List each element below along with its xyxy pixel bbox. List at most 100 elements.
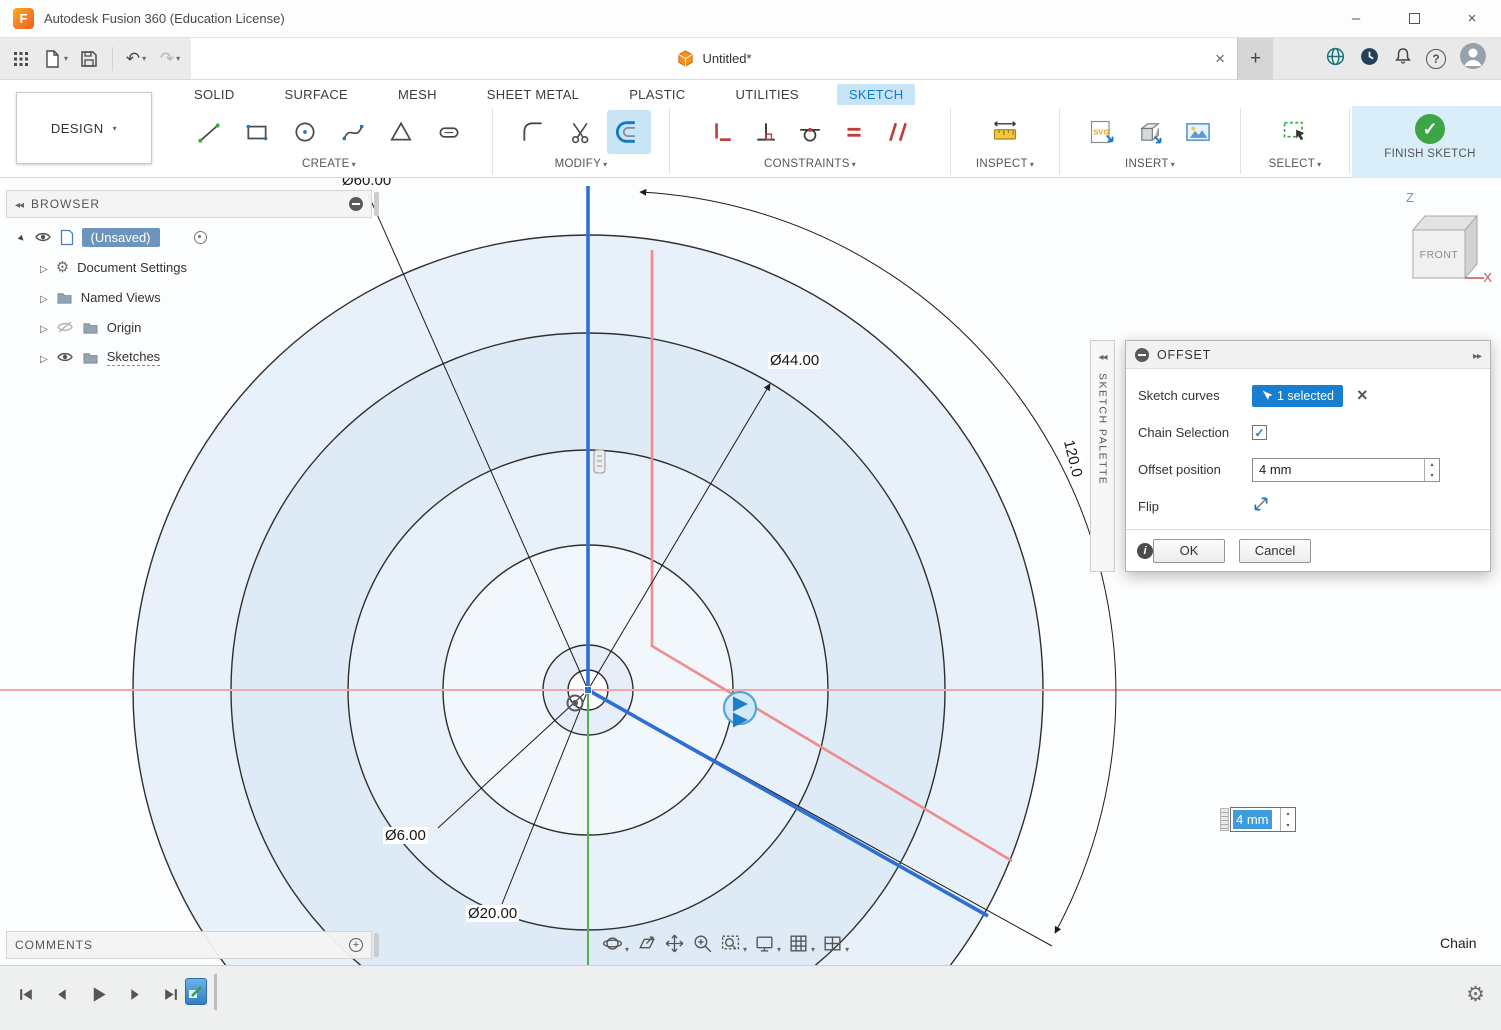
look-at-button[interactable] [636, 933, 657, 954]
offset-dialog-header[interactable]: OFFSET [1126, 341, 1490, 369]
info-icon[interactable] [1137, 543, 1153, 559]
file-menu-button[interactable] [40, 44, 70, 74]
browser-minimize-button[interactable] [349, 197, 363, 211]
tangent-constraint-tool[interactable] [790, 110, 830, 154]
browser-row-sketches[interactable]: Sketches [8, 342, 368, 372]
inline-input-spinner[interactable] [1280, 808, 1295, 831]
select-menu[interactable]: SELECT [1243, 158, 1347, 176]
spinner-up-icon[interactable] [1281, 808, 1295, 820]
document-tab-close-button[interactable] [1215, 38, 1225, 79]
cancel-button[interactable]: Cancel [1239, 539, 1311, 563]
rectangle-tool[interactable] [235, 110, 279, 154]
collapse-browser-icon[interactable] [15, 195, 23, 213]
skip-to-start-button[interactable] [14, 982, 38, 1006]
timeline-position-marker[interactable] [214, 974, 217, 1010]
clear-selection-button[interactable] [1357, 385, 1368, 406]
browser-row-origin[interactable]: Origin [8, 312, 368, 342]
measure-tool[interactable] [983, 110, 1027, 154]
row-label[interactable]: Document Settings [77, 260, 187, 275]
inline-input-box[interactable]: 4 mm [1230, 807, 1296, 832]
inspect-menu[interactable]: INSPECT [953, 158, 1057, 176]
dimension-label-60[interactable]: Ø60.00 [340, 178, 393, 189]
visibility-off-eye-icon[interactable] [56, 319, 74, 335]
display-settings-button[interactable] [754, 933, 781, 954]
step-back-button[interactable] [50, 982, 74, 1006]
app-grid-button[interactable] [6, 44, 36, 74]
dimension-label-20[interactable]: Ø20.00 [466, 905, 519, 922]
tab-solid[interactable]: SOLID [182, 84, 247, 105]
save-button[interactable] [74, 44, 104, 74]
insert-mesh-tool[interactable] [1128, 110, 1172, 154]
workspace-selector[interactable]: DESIGN [16, 92, 152, 164]
row-label[interactable]: Sketches [107, 349, 160, 366]
finish-sketch-button[interactable]: FINISH SKETCH [1352, 106, 1501, 178]
help-button[interactable] [1426, 49, 1446, 69]
expander-open-icon[interactable] [16, 230, 31, 245]
document-tab[interactable]: Untitled* [676, 49, 751, 68]
timeline-sketch-feature[interactable] [185, 978, 207, 1005]
viewcube-cube[interactable]: FRONT [1396, 192, 1492, 296]
trim-tool[interactable] [559, 110, 603, 154]
visibility-eye-icon[interactable] [56, 349, 74, 365]
tab-sketch[interactable]: SKETCH [837, 84, 916, 105]
browser-row-document[interactable]: (Unsaved) [8, 222, 368, 252]
canvas-image-tool[interactable] [1176, 110, 1220, 154]
select-tool[interactable] [1273, 110, 1317, 154]
equal-constraint-tool[interactable] [834, 110, 874, 154]
polygon-tool[interactable] [379, 110, 423, 154]
flip-button[interactable] [1252, 495, 1270, 518]
expander-icon[interactable] [40, 260, 48, 275]
pan-button[interactable] [664, 933, 685, 954]
modeling-canvas[interactable]: Ø60.00 Ø44.00 Ø6.00 Ø20.00 120.0 Z X FRO… [0, 178, 1501, 965]
slot-tool[interactable] [427, 110, 471, 154]
fillet-tool[interactable] [511, 110, 555, 154]
tab-utilities[interactable]: UTILITIES [724, 84, 811, 105]
redo-button[interactable]: ↷ [155, 44, 185, 74]
row-label[interactable]: Named Views [81, 290, 161, 305]
notifications-button[interactable] [1393, 46, 1413, 71]
comments-resize-handle[interactable] [374, 933, 379, 957]
perpendicular-constraint-tool[interactable] [746, 110, 786, 154]
viewcube[interactable]: Z X FRONT [1396, 192, 1492, 296]
viewcube-front-face[interactable]: FRONT [1420, 249, 1459, 261]
browser-row-named-views[interactable]: Named Views [8, 282, 368, 312]
line-tool[interactable] [187, 110, 231, 154]
browser-row-document-settings[interactable]: ⚙ Document Settings [8, 252, 368, 282]
tab-mesh[interactable]: MESH [386, 84, 449, 105]
horizontal-vertical-constraint-tool[interactable] [702, 110, 742, 154]
offset-position-input[interactable]: 4 mm [1252, 458, 1440, 482]
maximize-button[interactable] [1385, 0, 1443, 37]
minimize-button[interactable]: – [1327, 0, 1385, 37]
offset-tool[interactable] [607, 110, 651, 154]
tab-plastic[interactable]: PLASTIC [617, 84, 697, 105]
input-drag-grip[interactable] [1220, 808, 1229, 831]
spinner-down-icon[interactable] [1281, 820, 1295, 832]
play-button[interactable] [86, 982, 110, 1006]
expander-icon[interactable] [40, 320, 48, 335]
viewports-button[interactable] [822, 933, 849, 954]
create-menu[interactable]: CREATE [168, 158, 490, 176]
spinner-up-icon[interactable] [1425, 459, 1439, 470]
undo-button[interactable]: ↶ [121, 44, 151, 74]
insert-menu[interactable]: INSERT [1062, 158, 1238, 176]
sketch-curves-selection[interactable]: 1 selected [1252, 385, 1343, 407]
modify-menu[interactable]: MODIFY [495, 158, 667, 176]
step-forward-button[interactable] [122, 982, 146, 1006]
dialog-expand-icon[interactable] [1473, 346, 1481, 364]
browser-resize-handle[interactable] [374, 192, 379, 216]
insert-svg-tool[interactable]: SVG [1080, 110, 1124, 154]
spinner-down-icon[interactable] [1425, 470, 1439, 481]
grid-snaps-button[interactable] [788, 933, 815, 954]
tab-sheet-metal[interactable]: SHEET METAL [475, 84, 591, 105]
row-label[interactable]: Origin [107, 320, 142, 335]
skip-to-end-button[interactable] [158, 982, 182, 1006]
inline-dimension-input[interactable]: 4 mm [1220, 806, 1296, 833]
close-button[interactable]: × [1443, 0, 1501, 37]
activate-document-radio[interactable] [194, 231, 207, 244]
expander-icon[interactable] [40, 350, 48, 365]
timeline-settings-button[interactable] [1466, 982, 1485, 1007]
circle-tool[interactable] [283, 110, 327, 154]
fit-button[interactable] [720, 933, 747, 954]
ok-button[interactable]: OK [1153, 539, 1225, 563]
comments-panel-header[interactable]: COMMENTS [6, 931, 372, 959]
